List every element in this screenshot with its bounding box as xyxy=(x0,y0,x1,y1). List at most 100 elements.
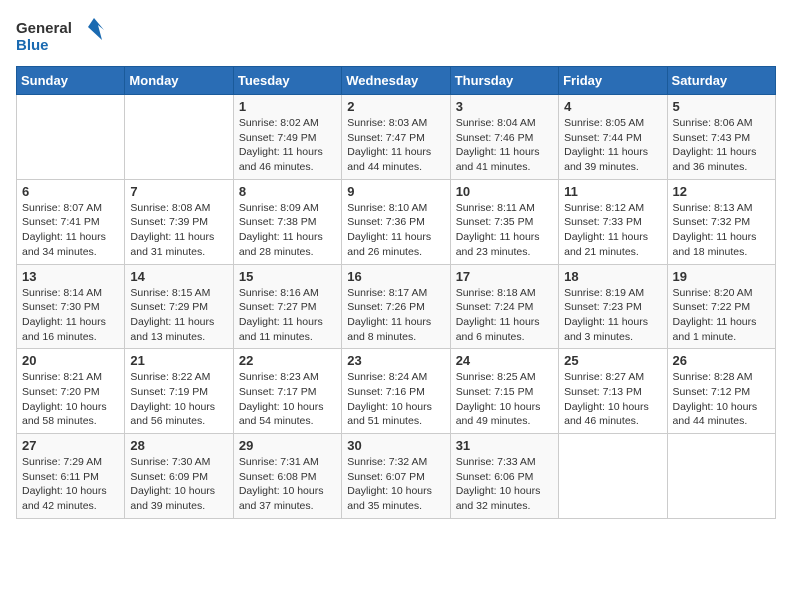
calendar-cell xyxy=(17,95,125,180)
day-detail: Sunrise: 8:09 AMSunset: 7:38 PMDaylight:… xyxy=(239,201,336,260)
day-number: 17 xyxy=(456,269,553,284)
day-number: 27 xyxy=(22,438,119,453)
day-detail: Sunrise: 8:11 AMSunset: 7:35 PMDaylight:… xyxy=(456,201,553,260)
day-number: 26 xyxy=(673,353,770,368)
day-number: 28 xyxy=(130,438,227,453)
calendar-cell: 22 Sunrise: 8:23 AMSunset: 7:17 PMDayligh… xyxy=(233,349,341,434)
day-detail: Sunrise: 8:04 AMSunset: 7:46 PMDaylight:… xyxy=(456,116,553,175)
calendar-cell: 27 Sunrise: 7:29 AMSunset: 6:11 PMDayligh… xyxy=(17,434,125,519)
day-detail: Sunrise: 8:22 AMSunset: 7:19 PMDaylight:… xyxy=(130,370,227,429)
day-detail: Sunrise: 8:14 AMSunset: 7:30 PMDaylight:… xyxy=(22,286,119,345)
day-detail: Sunrise: 8:12 AMSunset: 7:33 PMDaylight:… xyxy=(564,201,661,260)
weekday-header: Tuesday xyxy=(233,67,341,95)
calendar-cell: 21 Sunrise: 8:22 AMSunset: 7:19 PMDayligh… xyxy=(125,349,233,434)
day-number: 21 xyxy=(130,353,227,368)
day-detail: Sunrise: 8:13 AMSunset: 7:32 PMDaylight:… xyxy=(673,201,770,260)
day-number: 7 xyxy=(130,184,227,199)
day-detail: Sunrise: 8:27 AMSunset: 7:13 PMDaylight:… xyxy=(564,370,661,429)
day-number: 20 xyxy=(22,353,119,368)
calendar-cell: 10 Sunrise: 8:11 AMSunset: 7:35 PMDayligh… xyxy=(450,179,558,264)
day-number: 15 xyxy=(239,269,336,284)
calendar-cell: 1 Sunrise: 8:02 AMSunset: 7:49 PMDaylight… xyxy=(233,95,341,180)
day-detail: Sunrise: 7:32 AMSunset: 6:07 PMDaylight:… xyxy=(347,455,444,514)
day-detail: Sunrise: 8:05 AMSunset: 7:44 PMDaylight:… xyxy=(564,116,661,175)
day-number: 23 xyxy=(347,353,444,368)
day-number: 3 xyxy=(456,99,553,114)
day-detail: Sunrise: 8:07 AMSunset: 7:41 PMDaylight:… xyxy=(22,201,119,260)
header-row: SundayMondayTuesdayWednesdayThursdayFrid… xyxy=(17,67,776,95)
calendar-cell: 19 Sunrise: 8:20 AMSunset: 7:22 PMDayligh… xyxy=(667,264,775,349)
day-number: 9 xyxy=(347,184,444,199)
weekday-header: Monday xyxy=(125,67,233,95)
day-number: 24 xyxy=(456,353,553,368)
day-detail: Sunrise: 8:16 AMSunset: 7:27 PMDaylight:… xyxy=(239,286,336,345)
calendar-cell: 17 Sunrise: 8:18 AMSunset: 7:24 PMDayligh… xyxy=(450,264,558,349)
calendar-cell: 28Sunrise: 7:30 AMSunset: 6:09 PMDayligh… xyxy=(125,434,233,519)
day-number: 29 xyxy=(239,438,336,453)
day-detail: Sunrise: 8:15 AMSunset: 7:29 PMDaylight:… xyxy=(130,286,227,345)
calendar-week-row: 20Sunrise: 8:21 AMSunset: 7:20 PMDayligh… xyxy=(17,349,776,434)
weekday-header: Thursday xyxy=(450,67,558,95)
day-number: 11 xyxy=(564,184,661,199)
day-number: 10 xyxy=(456,184,553,199)
day-number: 18 xyxy=(564,269,661,284)
calendar-cell: 7 Sunrise: 8:08 AMSunset: 7:39 PMDaylight… xyxy=(125,179,233,264)
day-detail: Sunrise: 7:33 AMSunset: 6:06 PMDaylight:… xyxy=(456,455,553,514)
calendar-cell: 16Sunrise: 8:17 AMSunset: 7:26 PMDayligh… xyxy=(342,264,450,349)
day-detail: Sunrise: 8:18 AMSunset: 7:24 PMDaylight:… xyxy=(456,286,553,345)
calendar-cell: 9Sunrise: 8:10 AMSunset: 7:36 PMDaylight… xyxy=(342,179,450,264)
calendar-cell: 31 Sunrise: 7:33 AMSunset: 6:06 PMDayligh… xyxy=(450,434,558,519)
day-detail: Sunrise: 8:23 AMSunset: 7:17 PMDaylight:… xyxy=(239,370,336,429)
calendar-cell: 26 Sunrise: 8:28 AMSunset: 7:12 PMDayligh… xyxy=(667,349,775,434)
calendar-week-row: 1 Sunrise: 8:02 AMSunset: 7:49 PMDaylight… xyxy=(17,95,776,180)
day-detail: Sunrise: 8:25 AMSunset: 7:15 PMDaylight:… xyxy=(456,370,553,429)
day-number: 8 xyxy=(239,184,336,199)
day-detail: Sunrise: 8:02 AMSunset: 7:49 PMDaylight:… xyxy=(239,116,336,175)
logo: General Blue xyxy=(16,16,106,56)
logo-svg: General Blue xyxy=(16,16,106,56)
day-detail: Sunrise: 8:24 AMSunset: 7:16 PMDaylight:… xyxy=(347,370,444,429)
calendar-cell: 20Sunrise: 8:21 AMSunset: 7:20 PMDayligh… xyxy=(17,349,125,434)
day-number: 4 xyxy=(564,99,661,114)
day-detail: Sunrise: 8:19 AMSunset: 7:23 PMDaylight:… xyxy=(564,286,661,345)
calendar-cell: 30 Sunrise: 7:32 AMSunset: 6:07 PMDayligh… xyxy=(342,434,450,519)
svg-text:Blue: Blue xyxy=(16,37,49,54)
day-number: 16 xyxy=(347,269,444,284)
day-number: 6 xyxy=(22,184,119,199)
calendar-cell: 23 Sunrise: 8:24 AMSunset: 7:16 PMDayligh… xyxy=(342,349,450,434)
calendar-cell xyxy=(559,434,667,519)
day-detail: Sunrise: 8:08 AMSunset: 7:39 PMDaylight:… xyxy=(130,201,227,260)
day-detail: Sunrise: 8:03 AMSunset: 7:47 PMDaylight:… xyxy=(347,116,444,175)
calendar-week-row: 27 Sunrise: 7:29 AMSunset: 6:11 PMDayligh… xyxy=(17,434,776,519)
header: General Blue xyxy=(16,16,776,56)
calendar-cell: 3 Sunrise: 8:04 AMSunset: 7:46 PMDaylight… xyxy=(450,95,558,180)
day-number: 22 xyxy=(239,353,336,368)
day-detail: Sunrise: 7:29 AMSunset: 6:11 PMDaylight:… xyxy=(22,455,119,514)
calendar-cell: 14 Sunrise: 8:15 AMSunset: 7:29 PMDayligh… xyxy=(125,264,233,349)
calendar-cell: 25 Sunrise: 8:27 AMSunset: 7:13 PMDayligh… xyxy=(559,349,667,434)
calendar-cell: 12Sunrise: 8:13 AMSunset: 7:32 PMDayligh… xyxy=(667,179,775,264)
day-detail: Sunrise: 8:28 AMSunset: 7:12 PMDaylight:… xyxy=(673,370,770,429)
day-number: 25 xyxy=(564,353,661,368)
calendar-cell: 6 Sunrise: 8:07 AMSunset: 7:41 PMDaylight… xyxy=(17,179,125,264)
day-number: 5 xyxy=(673,99,770,114)
day-number: 14 xyxy=(130,269,227,284)
day-detail: Sunrise: 7:31 AMSunset: 6:08 PMDaylight:… xyxy=(239,455,336,514)
calendar-cell: 29 Sunrise: 7:31 AMSunset: 6:08 PMDayligh… xyxy=(233,434,341,519)
calendar-cell xyxy=(125,95,233,180)
day-number: 1 xyxy=(239,99,336,114)
calendar-week-row: 13 Sunrise: 8:14 AMSunset: 7:30 PMDayligh… xyxy=(17,264,776,349)
day-number: 19 xyxy=(673,269,770,284)
day-number: 30 xyxy=(347,438,444,453)
calendar-cell: 4 Sunrise: 8:05 AMSunset: 7:44 PMDaylight… xyxy=(559,95,667,180)
day-number: 31 xyxy=(456,438,553,453)
calendar-cell: 18 Sunrise: 8:19 AMSunset: 7:23 PMDayligh… xyxy=(559,264,667,349)
calendar-cell: 15 Sunrise: 8:16 AMSunset: 7:27 PMDayligh… xyxy=(233,264,341,349)
day-detail: Sunrise: 8:20 AMSunset: 7:22 PMDaylight:… xyxy=(673,286,770,345)
calendar-week-row: 6 Sunrise: 8:07 AMSunset: 7:41 PMDaylight… xyxy=(17,179,776,264)
calendar-cell: 2 Sunrise: 8:03 AMSunset: 7:47 PMDaylight… xyxy=(342,95,450,180)
day-number: 13 xyxy=(22,269,119,284)
calendar-cell: 5Sunrise: 8:06 AMSunset: 7:43 PMDaylight… xyxy=(667,95,775,180)
calendar-body: 1 Sunrise: 8:02 AMSunset: 7:49 PMDaylight… xyxy=(17,95,776,519)
day-number: 2 xyxy=(347,99,444,114)
